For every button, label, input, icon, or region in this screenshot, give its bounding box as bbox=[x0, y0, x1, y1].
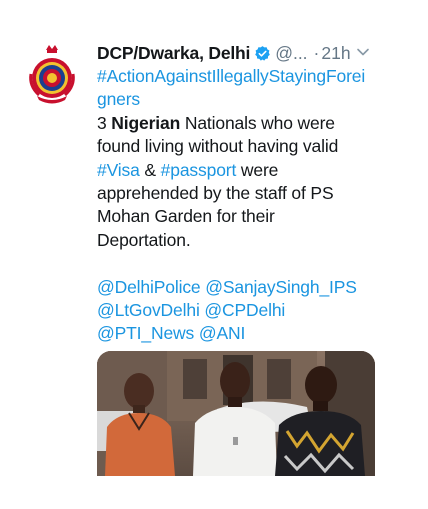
delhi-police-emblem-icon bbox=[20, 41, 84, 105]
hashtag-visa[interactable]: #Visa bbox=[97, 160, 140, 180]
body-text-segment: were bbox=[236, 159, 279, 180]
body-line: apprehended by the staff of PS bbox=[97, 182, 334, 203]
chevron-down-icon[interactable] bbox=[355, 44, 371, 60]
mention-sanjaysingh-ips[interactable]: @SanjaySingh_IPS bbox=[205, 277, 357, 297]
body-line: 3 Nigerian Nationals who were bbox=[97, 112, 397, 135]
tweet-timestamp[interactable]: 21h bbox=[321, 42, 350, 64]
mention-delhipolice[interactable]: @DelhiPolice bbox=[97, 277, 201, 297]
body-text-segment: 3 bbox=[97, 112, 112, 133]
body-text-segment: & bbox=[139, 159, 161, 180]
tweet-photo[interactable] bbox=[97, 351, 375, 476]
body-line: #Visa & #passport were bbox=[97, 159, 397, 182]
mention-ltgovdelhi[interactable]: @LtGovDelhi bbox=[97, 300, 200, 320]
mentions-line: @LtGovDelhi @CPDelhi bbox=[97, 299, 397, 322]
photo-illustration bbox=[97, 351, 375, 476]
author-handle[interactable]: @... bbox=[275, 42, 307, 64]
hashtag-action-line1[interactable]: #ActionAgainstIllegallyStayingForei bbox=[97, 65, 397, 88]
hashtag-action-line2[interactable]: gners bbox=[97, 88, 397, 111]
body-line: found living without having valid bbox=[97, 136, 339, 157]
verified-badge-icon bbox=[255, 45, 270, 61]
body-bold-word: Nigerian bbox=[111, 112, 181, 133]
body-spacer bbox=[97, 252, 397, 275]
meta-separator: · bbox=[313, 43, 320, 63]
tweet-header: DCP/Dwarka, Delhi @... · 21h bbox=[97, 41, 387, 65]
mention-ani[interactable]: @ANI bbox=[199, 323, 245, 343]
mention-cpdelhi[interactable]: @CPDelhi bbox=[204, 300, 285, 320]
tweet-body: #ActionAgainstIllegallyStayingForei gner… bbox=[97, 65, 397, 346]
body-line: Mohan Garden for their bbox=[97, 206, 275, 227]
mentions-line: @DelhiPolice @SanjaySingh_IPS bbox=[97, 276, 397, 299]
tweet[interactable]: DCP/Dwarka, Delhi @... · 21h #ActionAgai… bbox=[0, 0, 428, 509]
author-display-name[interactable]: DCP/Dwarka, Delhi bbox=[97, 42, 250, 64]
body-line: Deportation. bbox=[97, 229, 191, 250]
mentions-line: @PTI_News @ANI bbox=[97, 322, 397, 345]
mention-pti-news[interactable]: @PTI_News bbox=[97, 323, 194, 343]
avatar[interactable] bbox=[19, 40, 85, 106]
hashtag-passport[interactable]: #passport bbox=[161, 160, 237, 180]
body-text-segment: Nationals who were bbox=[180, 112, 335, 133]
